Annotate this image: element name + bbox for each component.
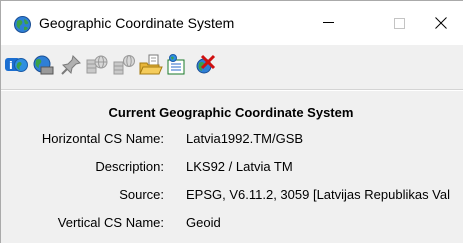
minimize-button[interactable]: [306, 1, 352, 45]
list-icon: [165, 54, 189, 76]
close-icon: [435, 17, 447, 29]
pin-button[interactable]: [59, 53, 83, 77]
horizontal-cs-name-value: Latvia1992.TM/GSB: [186, 131, 304, 146]
remove-button[interactable]: [193, 53, 217, 77]
globe-icon: [14, 16, 31, 33]
globe-grid-icon: [86, 54, 110, 76]
globe-select-button[interactable]: [31, 53, 55, 77]
folder-open-button[interactable]: [139, 53, 163, 77]
folder-open-icon: [139, 54, 163, 76]
maximize-icon: [393, 17, 405, 29]
section-heading: Current Geographic Coordinate System: [108, 105, 354, 120]
globe-select-icon: [31, 54, 55, 76]
coordinate-system-panel: Current Geographic Coordinate System Hor…: [1, 91, 463, 243]
description-value: LKS92 / Latvia TM: [186, 159, 293, 174]
globe-grid-alt-button[interactable]: [113, 53, 137, 77]
window-title: Geographic Coordinate System: [39, 15, 235, 31]
pin-icon: [60, 54, 82, 76]
description-label: Description:: [95, 159, 164, 174]
vertical-cs-name-label: Vertical CS Name:: [57, 215, 164, 230]
list-button[interactable]: [165, 53, 189, 77]
source-value: EPSG, V6.11.2, 3059 [Latvijas Republikas…: [186, 187, 451, 202]
minimize-icon: [323, 22, 335, 24]
info-button[interactable]: i: [4, 53, 28, 77]
close-button[interactable]: [418, 1, 463, 45]
source-label: Source:: [119, 187, 164, 202]
coordinate-system-window: Geographic Coordinate System i Current G…: [0, 0, 463, 243]
svg-text:i: i: [9, 59, 13, 72]
globe-grid-alt-icon: [113, 54, 137, 76]
maximize-button[interactable]: [376, 1, 422, 45]
title-bar[interactable]: Geographic Coordinate System: [1, 1, 463, 45]
globe-grid-button[interactable]: [86, 53, 110, 77]
info-icon: i: [4, 55, 28, 75]
toolbar: i: [1, 45, 463, 90]
horizontal-cs-name-label: Horizontal CS Name:: [41, 131, 164, 146]
vertical-cs-name-value: Geoid: [186, 215, 221, 230]
remove-icon: [193, 54, 217, 76]
